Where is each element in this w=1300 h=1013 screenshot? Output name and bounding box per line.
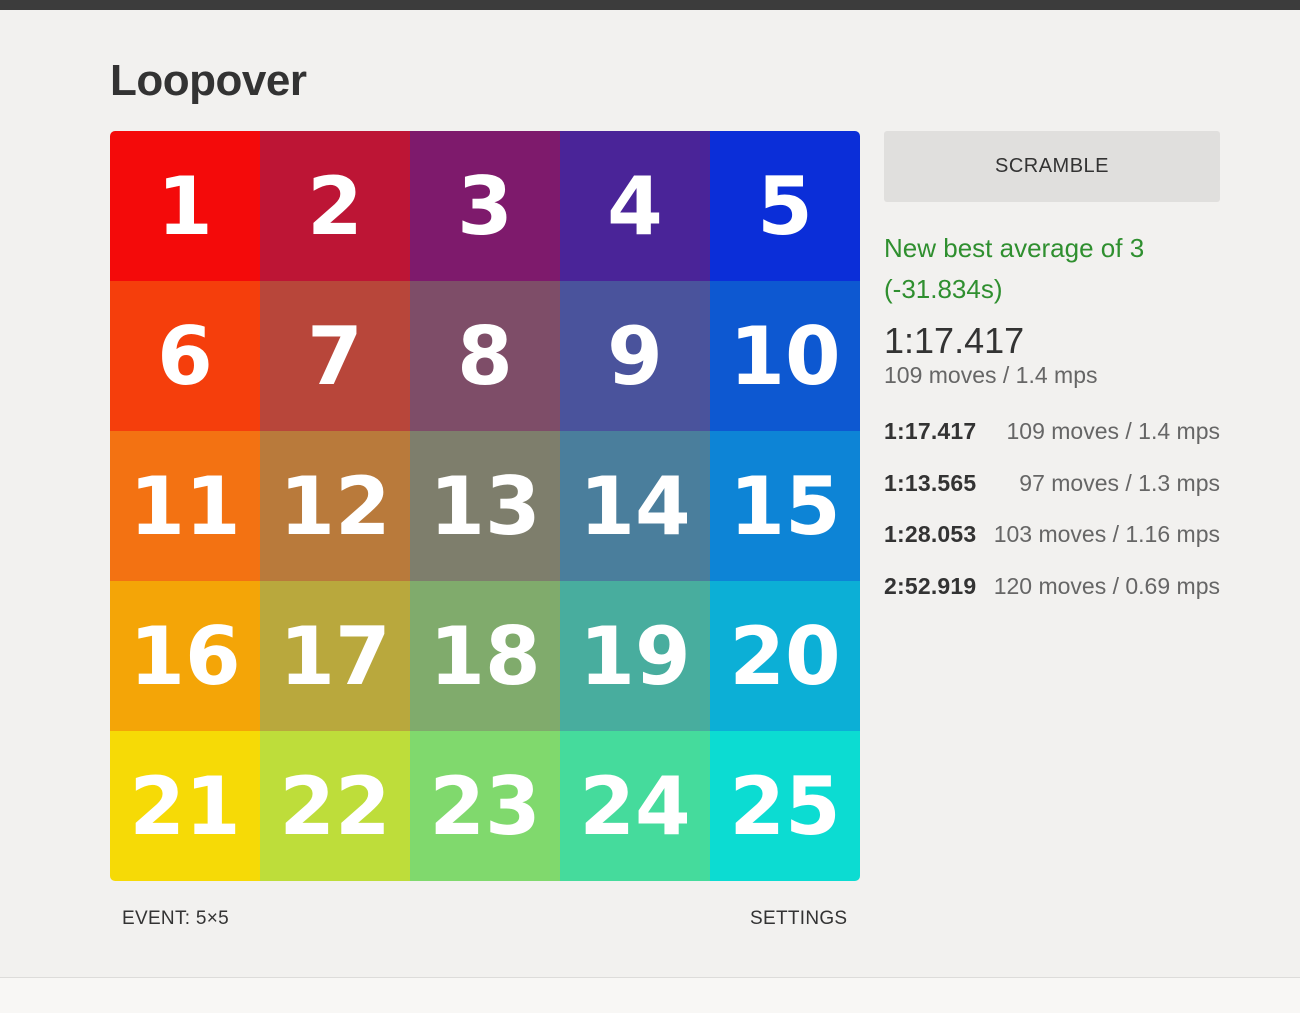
best-average-notice: New best average of 3 (-31.834s) bbox=[884, 233, 1145, 304]
tile-15[interactable]: 15 bbox=[710, 431, 860, 581]
history-stats: 120 moves / 0.69 mps bbox=[993, 572, 1220, 599]
solve-history: 1:17.417 109 moves / 1.4 mps 1:13.565 97… bbox=[884, 418, 1220, 624]
event-selector[interactable]: EVENT: 5×5 bbox=[122, 908, 229, 930]
tile-16[interactable]: 16 bbox=[110, 581, 260, 731]
tile-14[interactable]: 14 bbox=[560, 431, 710, 581]
tile-10[interactable]: 10 bbox=[710, 281, 860, 431]
history-stats: 109 moves / 1.4 mps bbox=[1006, 418, 1221, 444]
tile-17[interactable]: 17 bbox=[260, 581, 410, 731]
history-time: 2:52.919 bbox=[884, 572, 977, 599]
tile-3[interactable]: 3 bbox=[410, 131, 560, 281]
tile-21[interactable]: 21 bbox=[110, 731, 260, 881]
tile-20[interactable]: 20 bbox=[710, 581, 860, 731]
tile-1[interactable]: 1 bbox=[110, 131, 260, 281]
tile-2[interactable]: 2 bbox=[260, 131, 410, 281]
tile-24[interactable]: 24 bbox=[560, 731, 710, 881]
footer-bar bbox=[0, 977, 1300, 1013]
history-time: 1:17.417 bbox=[884, 418, 977, 444]
tile-11[interactable]: 11 bbox=[110, 431, 260, 581]
tile-5[interactable]: 5 bbox=[710, 131, 860, 281]
history-item[interactable]: 1:17.417 109 moves / 1.4 mps bbox=[884, 418, 1220, 470]
current-time: 1:17.417 bbox=[884, 320, 1025, 361]
tile-13[interactable]: 13 bbox=[410, 431, 560, 581]
history-time: 1:13.565 bbox=[884, 469, 977, 496]
history-item[interactable]: 1:13.565 97 moves / 1.3 mps bbox=[884, 470, 1220, 522]
tile-23[interactable]: 23 bbox=[410, 731, 560, 881]
tile-12[interactable]: 12 bbox=[260, 431, 410, 581]
tile-18[interactable]: 18 bbox=[410, 581, 560, 731]
tile-25[interactable]: 25 bbox=[710, 731, 860, 881]
tile-8[interactable]: 8 bbox=[410, 281, 560, 431]
settings-button[interactable]: SETTINGS bbox=[750, 908, 847, 930]
page-title: Loopover bbox=[110, 56, 307, 105]
history-item[interactable]: 2:52.919 120 moves / 0.69 mps bbox=[884, 573, 1220, 625]
history-time: 1:28.053 bbox=[884, 521, 977, 547]
top-bar bbox=[0, 0, 1300, 10]
tile-4[interactable]: 4 bbox=[560, 131, 710, 281]
history-stats: 103 moves / 1.16 mps bbox=[993, 521, 1220, 547]
puzzle-board[interactable]: 1 2 3 4 5 6 7 8 9 10 11 12 13 14 15 16 17 18 19 20 21 22 23 24 2… bbox=[110, 131, 860, 881]
history-item[interactable]: 1:28.053 103 moves / 1.16 mps bbox=[884, 521, 1220, 573]
tile-6[interactable]: 6 bbox=[110, 281, 260, 431]
current-stats: 109 moves / 1.4 mps bbox=[884, 362, 1098, 388]
tile-19[interactable]: 19 bbox=[560, 581, 710, 731]
history-stats: 97 moves / 1.3 mps bbox=[1019, 469, 1220, 496]
tile-22[interactable]: 22 bbox=[260, 731, 410, 881]
scramble-button[interactable]: SCRAMBLE bbox=[884, 131, 1220, 202]
tile-7[interactable]: 7 bbox=[260, 281, 410, 431]
tile-9[interactable]: 9 bbox=[560, 281, 710, 431]
